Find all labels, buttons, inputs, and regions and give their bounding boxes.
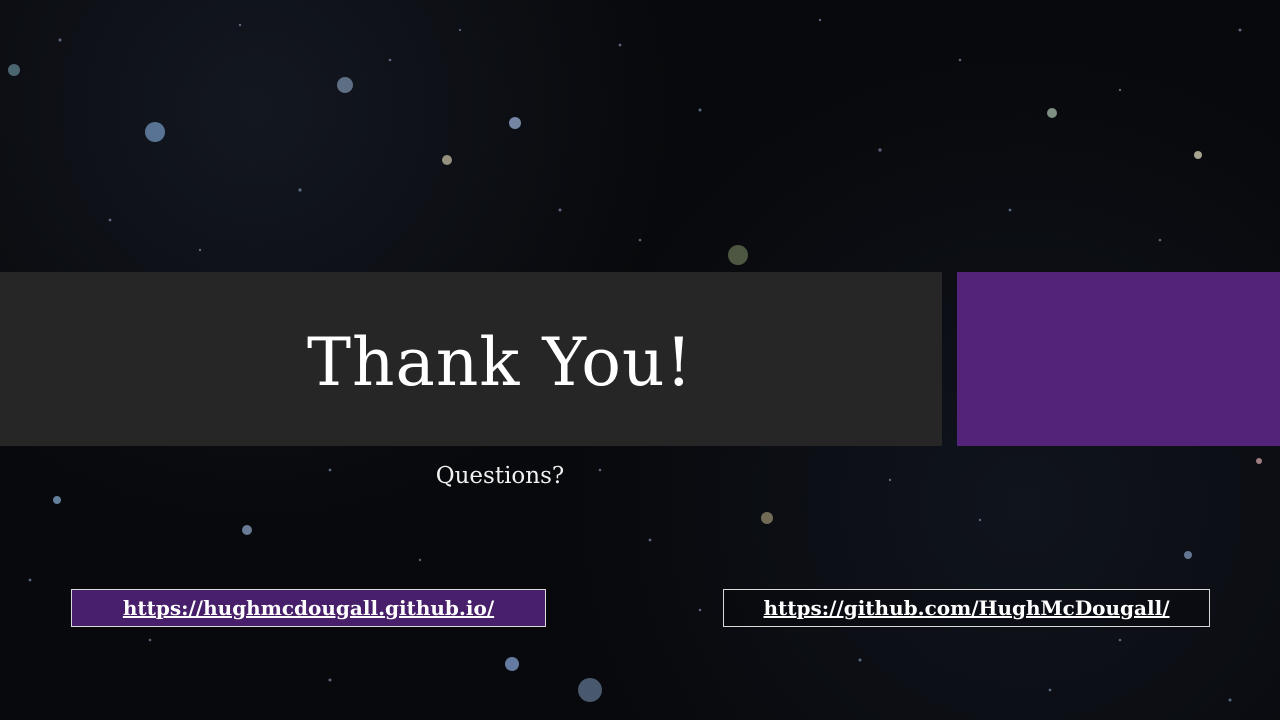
slide: Thank You! Questions? https://hughmcdoug… [0, 0, 1280, 720]
personal-site-link[interactable]: https://hughmcdougall.github.io/ [71, 589, 546, 627]
slide-subtitle: Questions? [435, 463, 565, 489]
github-link[interactable]: https://github.com/HughMcDougall/ [723, 589, 1210, 627]
accent-block [957, 272, 1280, 446]
slide-title: Thank You! [307, 324, 693, 401]
